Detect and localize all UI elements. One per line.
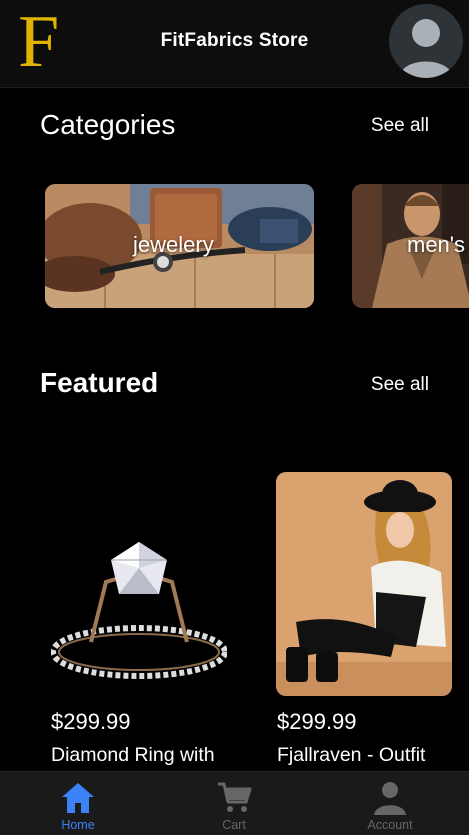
nav-item-home[interactable]: Home	[0, 772, 156, 835]
account-icon	[374, 782, 406, 815]
featured-see-all-link[interactable]: See all	[371, 374, 429, 396]
app-header: F FitFabrics Store	[0, 0, 469, 88]
user-avatar-icon[interactable]	[389, 4, 463, 78]
product-name[interactable]: Fjallraven - Outfit	[277, 742, 462, 768]
category-card-mens[interactable]: men's	[352, 184, 469, 308]
category-label: men's	[407, 232, 465, 257]
featured-heading: Featured	[40, 367, 159, 398]
cart-icon	[218, 782, 252, 812]
product-image-diamond-ring[interactable]	[51, 472, 227, 696]
nav-item-account[interactable]: Account	[312, 772, 468, 835]
product-name[interactable]: Diamond Ring with	[51, 742, 236, 768]
home-icon	[62, 783, 94, 813]
product-price: $299.99	[277, 709, 357, 734]
bottom-navigation: Home Cart Account	[0, 771, 469, 835]
category-label: jewelery	[133, 232, 214, 257]
product-price: $299.99	[51, 709, 131, 734]
nav-label-account: Account	[367, 818, 413, 832]
nav-label-home: Home	[61, 818, 95, 832]
nav-label-cart: Cart	[222, 818, 246, 832]
nav-item-cart[interactable]: Cart	[156, 772, 312, 835]
product-image-fjallraven-outfit[interactable]	[276, 472, 452, 696]
categories-heading: Categories	[40, 109, 176, 140]
categories-see-all-link[interactable]: See all	[371, 115, 429, 137]
category-card-jewelery[interactable]: jewelery	[45, 184, 314, 308]
